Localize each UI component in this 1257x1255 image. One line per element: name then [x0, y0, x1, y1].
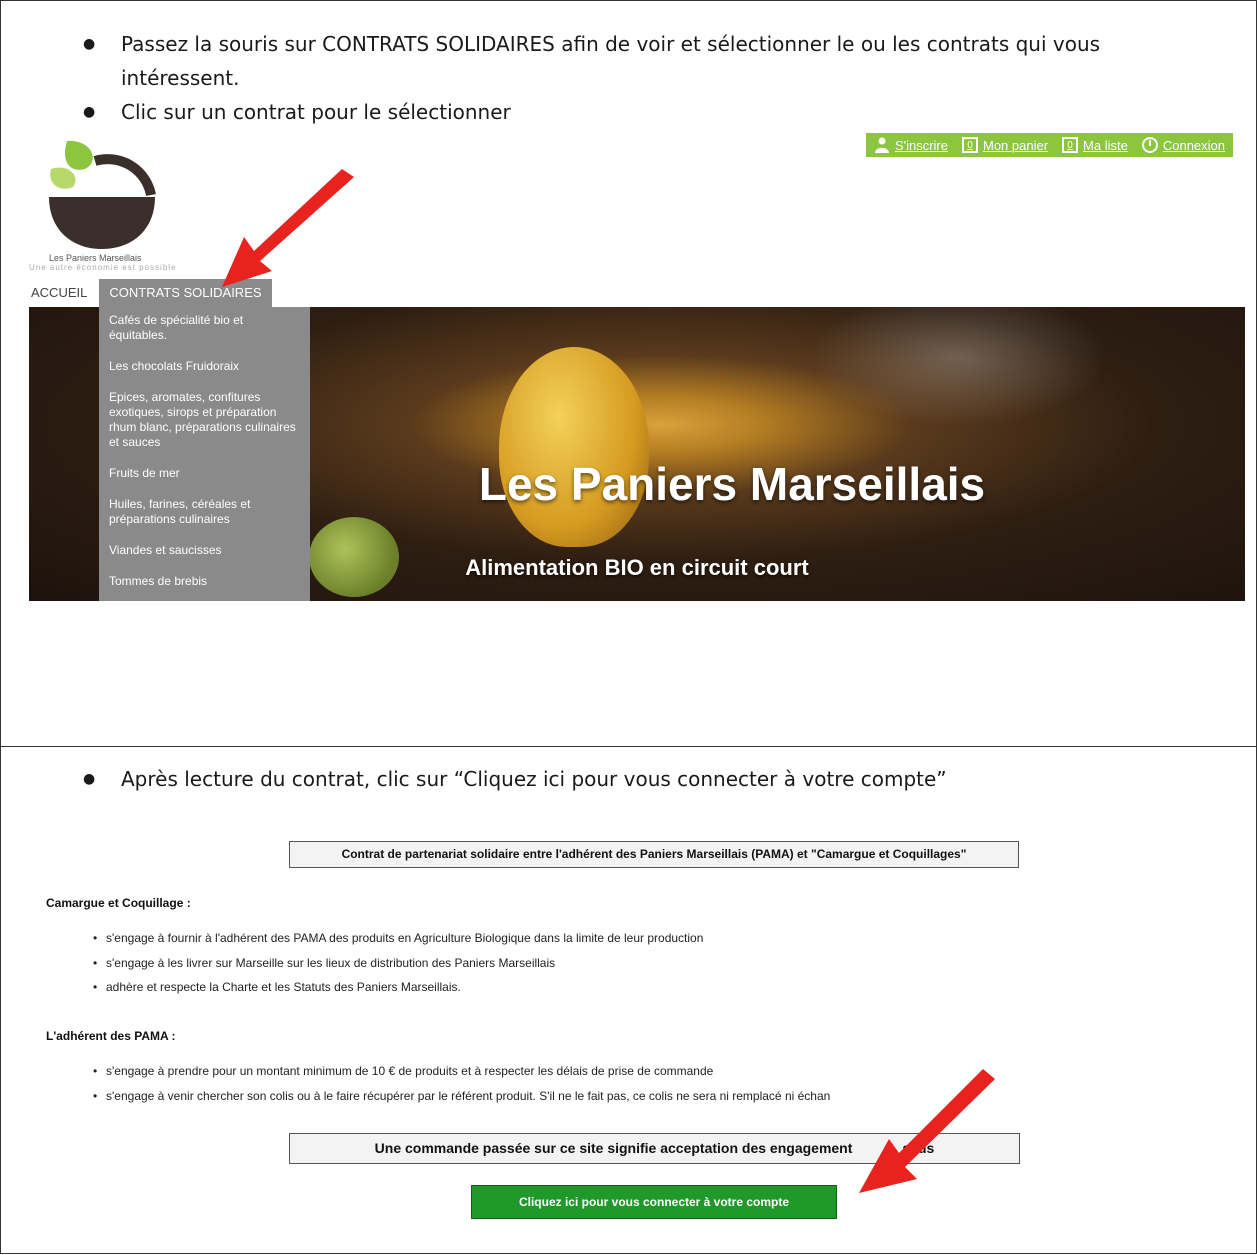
- list-count-icon: 0: [1062, 137, 1079, 153]
- member-heading: L'adhérent des PAMA :: [46, 1029, 176, 1043]
- instruction-bullet: Passez la souris sur CONTRATS SOLIDAIRES…: [79, 27, 1199, 95]
- contracts-dropdown: Cafés de spécialité bio et équitables. L…: [99, 307, 310, 601]
- acceptance-notice: Une commande passée sur ce site signifie…: [289, 1133, 1020, 1164]
- instruction-cell-2: Après lecture du contrat, clic sur “Cliq…: [0, 746, 1257, 1254]
- list-item: s'engage à venir chercher son colis ou à…: [93, 1084, 830, 1109]
- producer-commitments: s'engage à fournir à l'adhérent des PAMA…: [93, 926, 703, 1000]
- signup-label: S'inscrire: [894, 137, 948, 153]
- list-item: s'engage à les livrer sur Marseille sur …: [93, 951, 703, 976]
- login-label: Connexion: [1162, 137, 1225, 153]
- logo-name: Les Paniers Marseillais: [49, 253, 142, 263]
- dropdown-item-fruits-de-mer[interactable]: Fruits de mer: [109, 466, 300, 481]
- cart-count-icon: 0: [962, 137, 978, 153]
- cart-link[interactable]: 0 Mon panier: [962, 137, 1048, 153]
- dropdown-item-epices[interactable]: Epices, aromates, confitures exotiques, …: [109, 390, 300, 450]
- red-arrow-icon: [222, 169, 354, 287]
- acceptance-text-tail: ssus: [902, 1140, 935, 1156]
- instruction-bullet: Clic sur un contrat pour le sélectionner: [79, 95, 1199, 129]
- acceptance-text: Une commande passée sur ce site signifie…: [374, 1140, 853, 1156]
- instruction-cell-1: Passez la souris sur CONTRATS SOLIDAIRES…: [0, 0, 1257, 747]
- list-label: Ma liste: [1083, 137, 1128, 153]
- dropdown-item-viandes[interactable]: Viandes et saucisses: [109, 543, 300, 558]
- squash-image: [499, 347, 649, 547]
- list-item: s'engage à prendre pour un montant minim…: [93, 1059, 830, 1084]
- nav-contracts[interactable]: CONTRATS SOLIDAIRES: [99, 279, 272, 307]
- dropdown-item-tommes[interactable]: Tommes de brebis: [109, 574, 300, 589]
- member-commitments: s'engage à prendre pour un montant minim…: [93, 1059, 830, 1108]
- list-link[interactable]: 0 Ma liste: [1062, 137, 1128, 153]
- connect-account-button[interactable]: Cliquez ici pour vous connecter à votre …: [471, 1185, 837, 1219]
- site-logo[interactable]: Les Paniers Marseillais Une autre économ…: [29, 139, 189, 272]
- nav-home[interactable]: ACCUEIL: [29, 279, 95, 307]
- dropdown-item-huiles[interactable]: Huiles, farines, céréales et préparation…: [109, 497, 300, 527]
- contract-title: Contrat de partenariat solidaire entre l…: [289, 841, 1019, 868]
- contract-screenshot: Contrat de partenariat solidaire entre l…: [1, 747, 1257, 1255]
- dropdown-item-cafes[interactable]: Cafés de spécialité bio et équitables.: [109, 313, 300, 343]
- logo-tagline: Une autre économie est possible: [29, 263, 177, 272]
- instruction-list: Passez la souris sur CONTRATS SOLIDAIRES…: [79, 27, 1199, 129]
- login-link[interactable]: Connexion: [1141, 137, 1225, 153]
- producer-heading: Camargue et Coquillage :: [46, 896, 191, 910]
- power-icon: [1141, 137, 1158, 153]
- signup-link[interactable]: S'inscrire: [874, 137, 948, 153]
- main-nav: ACCUEIL CONTRATS SOLIDAIRES: [29, 279, 272, 307]
- cart-label: Mon panier: [983, 137, 1049, 153]
- bowl-leaf-logo-icon: [49, 140, 156, 249]
- website-screenshot: S'inscrire 0 Mon panier 0 Ma liste Conne…: [29, 133, 1245, 601]
- list-item: adhère et respecte la Charte et les Stat…: [93, 975, 703, 1000]
- top-user-bar: S'inscrire 0 Mon panier 0 Ma liste Conne…: [865, 133, 1233, 157]
- user-icon: [874, 137, 890, 153]
- dropdown-item-chocolats[interactable]: Les chocolats Fruidoraix: [109, 359, 300, 374]
- list-item: s'engage à fournir à l'adhérent des PAMA…: [93, 926, 703, 951]
